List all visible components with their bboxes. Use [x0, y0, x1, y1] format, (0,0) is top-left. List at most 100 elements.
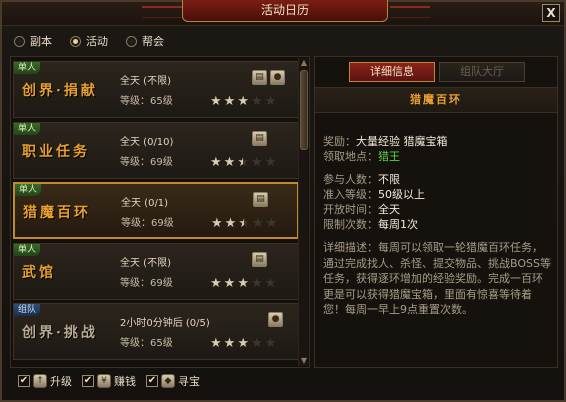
scroll-thumb[interactable] — [300, 70, 308, 150]
activity-level: 等级：69级 — [120, 157, 173, 168]
activity-time: 全天 (0/10) — [120, 137, 174, 148]
reward-icons: ▤ ● — [252, 70, 285, 85]
detail-description: 详细描述：每周可以领取一轮猎魔百环任务，通过完成找人、杀怪、提交物品、挑战BOS… — [323, 241, 551, 316]
activity-time: 2小时0分钟后 (0/5) — [120, 318, 210, 329]
open-time-value: 全天 — [378, 203, 400, 216]
star-icon: ★ — [238, 216, 250, 231]
star-icon: ★ — [264, 336, 277, 351]
star-icon: ★ — [250, 94, 263, 109]
star-icon: ★ — [223, 94, 236, 109]
book-icon: ▤ — [252, 252, 267, 267]
location-label: 领取地点： — [323, 150, 378, 163]
star-icon: ★ — [210, 336, 222, 351]
activity-name: 创界·捐献 — [22, 83, 98, 99]
star-icon: ★ — [210, 94, 222, 109]
star-icon: ★ — [251, 216, 264, 231]
activity-time: 全天 (不限) — [120, 76, 171, 87]
book-icon: ▤ — [252, 131, 267, 146]
checkbox[interactable]: ✔ — [18, 375, 30, 387]
limit-label: 限制次数： — [323, 218, 378, 231]
radio-activity[interactable]: 活动 — [70, 32, 108, 50]
activity-level: 等级：65级 — [120, 96, 173, 107]
title-bar[interactable]: 活动日历 X — [2, 0, 564, 26]
activity-list: 单人 创界·捐献 全天 (不限) 等级：65级 ▤ ● ★ ★ ★ ★ ★ 单人 职业任… — [10, 56, 310, 368]
difficulty-stars: ★ ★ ★ ★ ★ — [210, 277, 276, 290]
treasure-icon: ◆ — [161, 374, 175, 388]
activity-name: 创界·挑战 — [22, 325, 98, 341]
difficulty-stars: ★ ★ ★ ★ ★ — [210, 156, 276, 169]
filter-label: 寻宝 — [178, 375, 200, 388]
detail-panel: 详细信息 组队大厅 猎魔百环 奖励：大量经验 猎魔宝箱 领取地点：猎王 参与人数… — [314, 56, 558, 368]
radio-dot[interactable] — [70, 35, 81, 47]
reward-value: 大量经验 猎魔宝箱 — [356, 135, 448, 148]
star-icon: ★ — [237, 336, 249, 351]
tab-detail-info[interactable]: 详细信息 — [349, 62, 435, 82]
star-icon: ★ — [237, 276, 249, 291]
tab-team-hall[interactable]: 组队大厅 — [439, 62, 525, 82]
scroll-down-icon[interactable]: ▼ — [299, 356, 309, 366]
star-icon: ★ — [211, 216, 223, 231]
star-icon: ★ — [223, 276, 236, 291]
filter-checkboxes: ✔ ↑ 升级 ✔ ¥ 赚钱 ✔ ◆ 寻宝 — [18, 373, 200, 389]
activity-time: 全天 (不限) — [120, 258, 171, 269]
filter-earn-money[interactable]: ✔ ¥ 赚钱 — [82, 373, 136, 389]
money-bag-icon: ¥ — [97, 374, 111, 388]
star-icon: ★ — [223, 155, 236, 170]
difficulty-stars: ★ ★ ★ ★ ★ — [210, 337, 276, 350]
radio-dot[interactable] — [126, 35, 137, 47]
reward-icons: ▤ — [252, 131, 267, 146]
book-icon: ▤ — [252, 70, 267, 85]
activity-item[interactable]: 单人 创界·捐献 全天 (不限) 等级：65级 ▤ ● ★ ★ ★ ★ ★ — [13, 61, 299, 118]
activity-item[interactable]: 单人 职业任务 全天 (0/10) 等级：69级 ▤ ★ ★ ★ ★ ★ — [13, 122, 299, 179]
reward-label: 奖励： — [323, 135, 356, 148]
open-time-label: 开放时间： — [323, 203, 378, 216]
list-scrollbar[interactable]: ▲ ▼ — [298, 58, 308, 366]
bag-icon: ● — [268, 312, 283, 327]
activity-level: 等级：69级 — [121, 218, 174, 229]
star-icon: ★ — [264, 94, 277, 109]
activity-level: 等级：69级 — [120, 278, 173, 289]
close-button[interactable]: X — [542, 4, 560, 22]
window-title: 活动日历 — [182, 0, 388, 22]
radio-label: 活动 — [86, 35, 108, 48]
activity-calendar-window: 活动日历 X 副本 活动 帮会 单人 创界·捐献 全天 (不限) 等级：65级 … — [0, 0, 566, 402]
solo-badge: 单人 — [15, 184, 42, 196]
radio-label: 帮会 — [142, 35, 164, 48]
reward-icons: ● — [268, 312, 283, 327]
entry-level-line: 准入等级：50级以上 — [323, 186, 425, 202]
radio-guild[interactable]: 帮会 — [126, 32, 164, 50]
radio-dot[interactable] — [14, 35, 25, 47]
activity-name: 猎魔百环 — [23, 205, 91, 221]
solo-badge: 单人 — [14, 244, 41, 256]
activity-level: 等级：65级 — [120, 338, 173, 349]
difficulty-stars: ★ ★ ★ ★ ★ — [210, 95, 276, 108]
checkbox[interactable]: ✔ — [82, 375, 94, 387]
activity-item-selected[interactable]: 单人 猎魔百环 全天 (0/1) 等级：69级 ▤ ★ ★ ★ ★ ★ — [13, 182, 299, 239]
checkbox[interactable]: ✔ — [146, 375, 158, 387]
radio-dungeon[interactable]: 副本 — [14, 32, 52, 50]
activity-name: 武馆 — [22, 265, 56, 281]
scroll-up-icon[interactable]: ▲ — [299, 58, 309, 68]
activity-item[interactable]: 单人 武馆 全天 (不限) 等级：69级 ▤ ★ ★ ★ ★ ★ — [13, 243, 299, 300]
reward-line: 奖励：大量经验 猎魔宝箱 — [323, 133, 448, 149]
star-icon: ★ — [250, 155, 263, 170]
bag-icon: ● — [270, 70, 285, 85]
activity-name: 职业任务 — [22, 144, 90, 160]
players-label: 参与人数： — [323, 173, 378, 186]
star-icon: ★ — [250, 276, 263, 291]
reward-icons: ▤ — [253, 192, 268, 207]
title-ornament-left — [142, 6, 182, 18]
star-icon: ★ — [223, 336, 236, 351]
star-icon: ★ — [265, 216, 278, 231]
filter-treasure[interactable]: ✔ ◆ 寻宝 — [146, 373, 200, 389]
star-icon: ★ — [250, 336, 263, 351]
activity-item[interactable]: 组队 创界·挑战 2小时0分钟后 (0/5) 等级：65级 ● ★ ★ ★ ★ ★ — [13, 303, 299, 360]
filter-level-up[interactable]: ✔ ↑ 升级 — [18, 373, 72, 389]
location-link[interactable]: 猎王 — [378, 150, 400, 163]
star-icon: ★ — [210, 155, 222, 170]
limit-line: 限制次数：每周1次 — [323, 216, 418, 232]
solo-badge: 单人 — [14, 123, 41, 135]
star-icon: ★ — [210, 276, 222, 291]
reward-icons: ▤ — [252, 252, 267, 267]
difficulty-stars: ★ ★ ★ ★ ★ — [211, 217, 277, 230]
